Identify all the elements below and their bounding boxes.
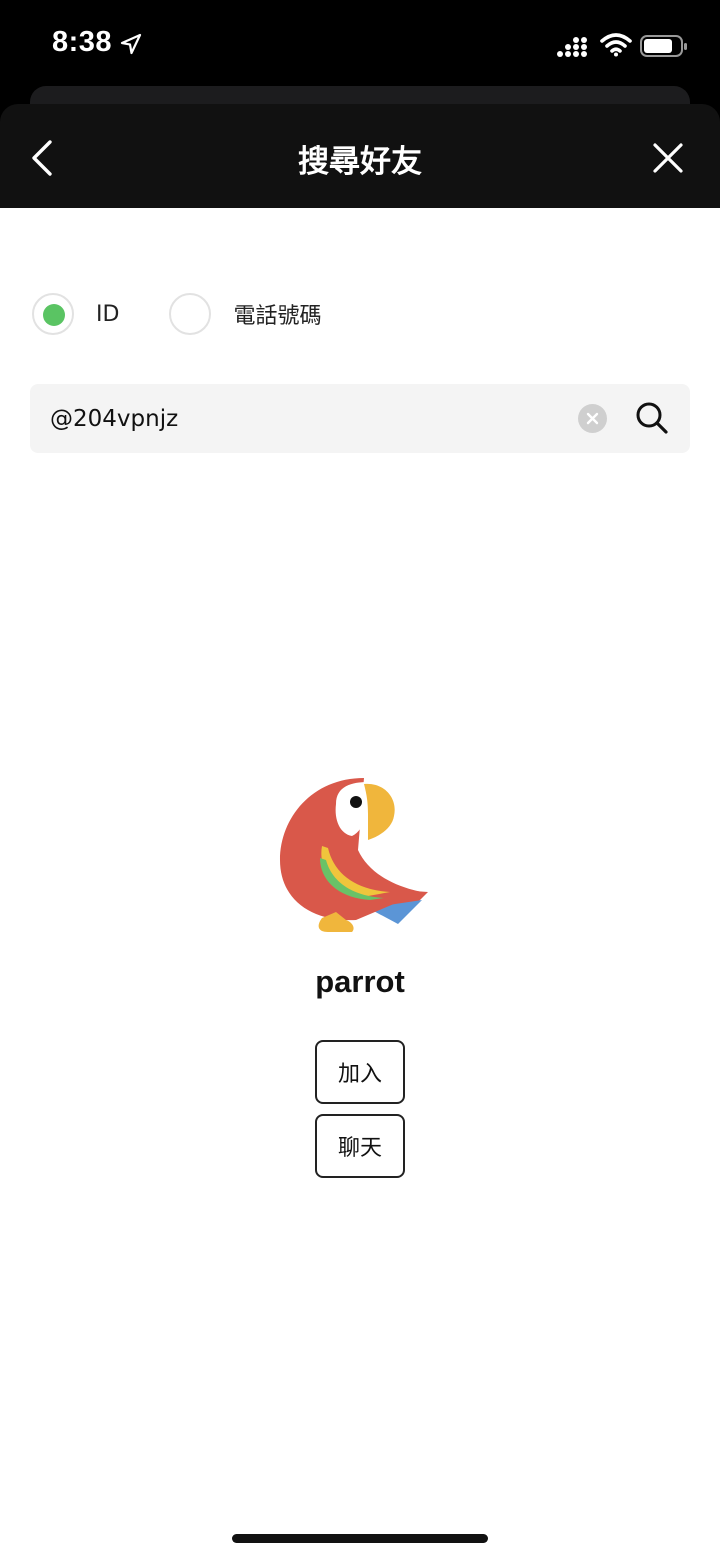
radio-option-id[interactable]: ID — [32, 293, 119, 335]
radio-label-phone: 電話號碼 — [233, 304, 322, 329]
chat-button[interactable]: 聊天 — [315, 1114, 405, 1178]
clear-button[interactable] — [578, 404, 607, 433]
wifi-icon — [600, 33, 632, 57]
profile-name: parrot — [315, 964, 405, 999]
search-icon — [636, 402, 668, 434]
close-icon — [653, 143, 683, 173]
avatar — [280, 778, 428, 932]
status-time: 8:38 — [52, 26, 113, 58]
status-bar: 8:38 — [0, 0, 720, 88]
main-content: ID 電話號碼 @204vpnjz parrot 加入 聊天 — [0, 208, 720, 1558]
location-arrow-icon — [120, 33, 142, 55]
page-title: 搜尋好友 — [298, 144, 422, 180]
search-type-group: ID 電話號碼 — [32, 292, 321, 336]
radio-button-unchecked[interactable] — [169, 293, 212, 335]
add-friend-button[interactable]: 加入 — [315, 1040, 405, 1104]
header: 搜尋好友 — [0, 104, 720, 208]
search-box — [30, 384, 690, 453]
radio-button-checked[interactable] — [32, 293, 74, 335]
clear-x-icon — [586, 412, 599, 425]
search-button[interactable] — [634, 400, 670, 436]
radio-label-id: ID — [96, 301, 120, 327]
close-button[interactable] — [644, 134, 692, 182]
home-indicator — [232, 1534, 488, 1543]
radio-option-phone[interactable]: 電話號碼 — [169, 293, 321, 335]
battery-icon — [640, 35, 687, 57]
search-input[interactable] — [50, 384, 570, 453]
cellular-signal-icon — [557, 37, 587, 57]
